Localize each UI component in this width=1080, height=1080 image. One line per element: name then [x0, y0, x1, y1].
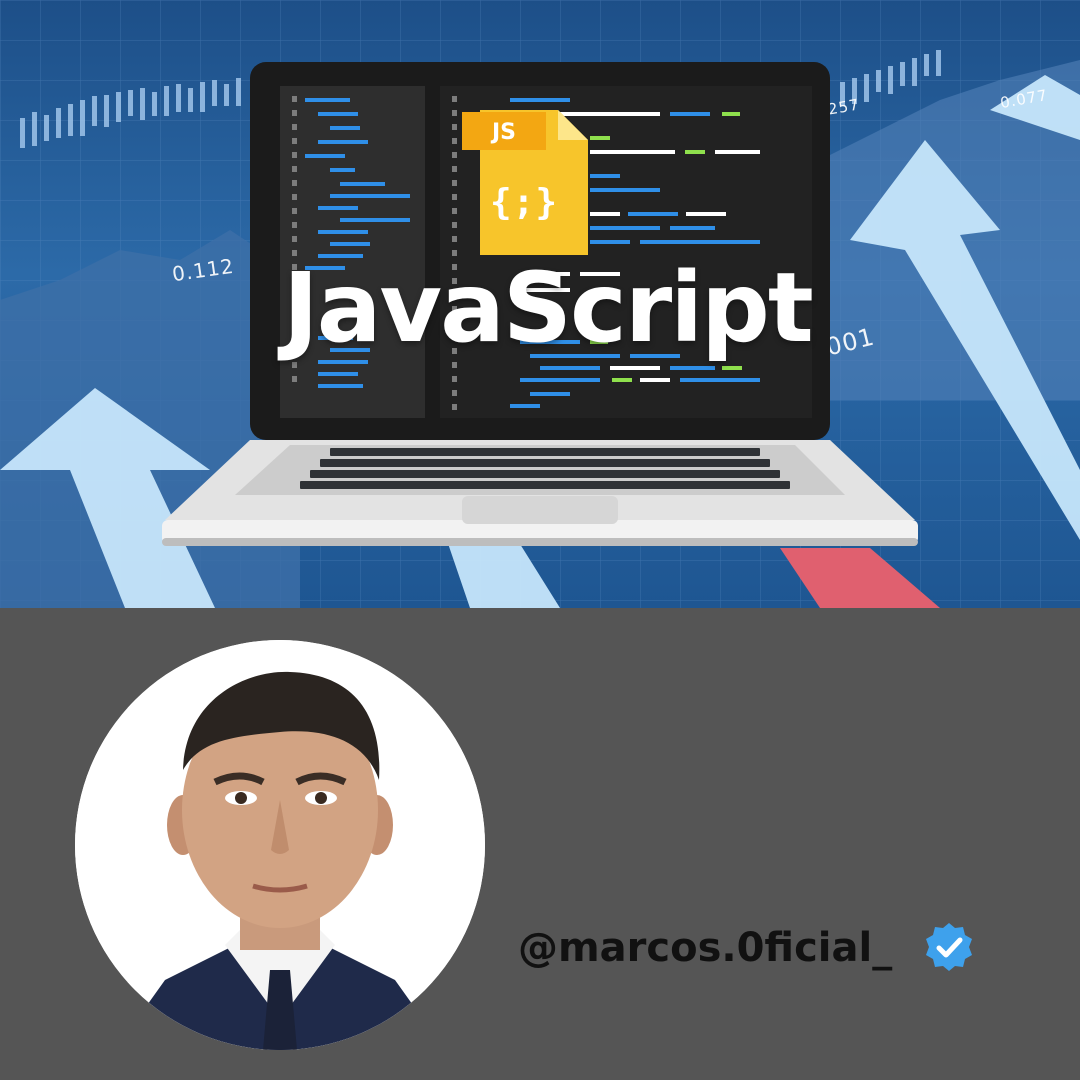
person-portrait — [75, 640, 485, 1050]
verified-badge-icon — [926, 923, 973, 971]
js-file-label: JS — [491, 120, 517, 145]
profile-handle-row: @marcos.0ficial_ — [518, 918, 976, 978]
braces-glyph: {;} — [490, 182, 559, 223]
hero-title: JavaScript — [283, 252, 814, 364]
trackpad — [462, 496, 618, 524]
avatar[interactable] — [75, 640, 485, 1050]
username-handle[interactable]: @marcos.0ficial_ — [518, 918, 892, 978]
hero-banner: 0.112 257 0.077 001 JS {;} JavaScript — [0, 0, 1080, 608]
